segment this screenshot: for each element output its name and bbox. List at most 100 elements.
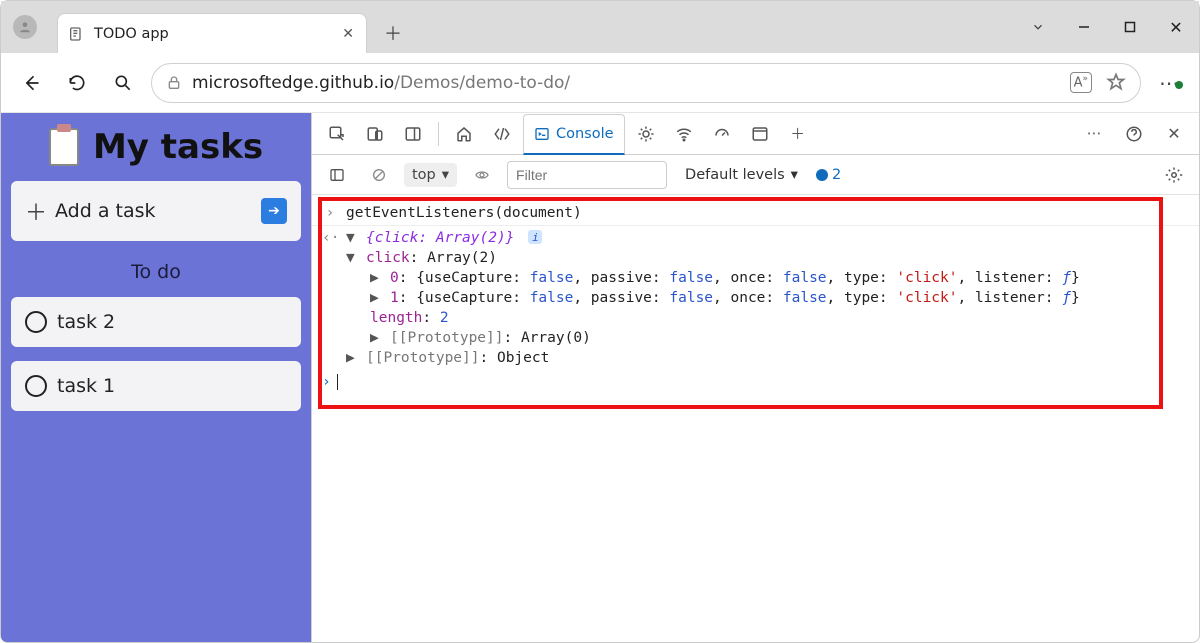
console-output: › getEventListeners(document) ‹· ▼ {clic… (312, 195, 1199, 642)
back-button[interactable] (13, 65, 49, 101)
page-icon (68, 26, 84, 42)
issue-dot-icon (816, 169, 828, 181)
tab-console[interactable]: Console (523, 114, 625, 155)
todo-app-pane: My tasks ＋ Add a task ➔ To do task 2 tas… (1, 113, 311, 642)
object-property-row[interactable]: ▶ [[Prototype]]: Object (322, 348, 1189, 368)
issues-count: 2 (832, 167, 841, 183)
url-host: microsoftedge.github.io (192, 73, 394, 93)
tab-welcome[interactable] (447, 117, 481, 151)
console-tab-label: Console (556, 126, 614, 142)
console-prompt[interactable]: › (322, 374, 1189, 390)
submit-arrow-button[interactable]: ➔ (261, 198, 287, 224)
context-selector[interactable]: top ▾ (404, 163, 457, 187)
profile-button[interactable] (1, 1, 49, 53)
tab-close-button[interactable]: ✕ (342, 26, 354, 42)
minimize-button[interactable] (1061, 1, 1107, 53)
expand-triangle-icon[interactable]: ▶ (370, 290, 382, 306)
dock-side-button[interactable] (396, 117, 430, 151)
console-input-row: › getEventListeners(document) (322, 203, 1189, 223)
chevron-down-icon: ▾ (791, 167, 798, 183)
url-path: /Demos/demo-to-do/ (394, 73, 570, 93)
task-item[interactable]: task 2 (11, 297, 301, 347)
expand-triangle-icon[interactable]: ▶ (346, 350, 358, 366)
plus-icon: ＋ (25, 195, 47, 227)
avatar-icon (13, 15, 37, 39)
console-sidebar-toggle[interactable] (320, 158, 354, 192)
chevron-down-icon[interactable] (1015, 1, 1061, 53)
app-title-text: My tasks (93, 127, 263, 167)
tab-title: TODO app (94, 26, 332, 42)
console-result-row[interactable]: ‹· ▼ {click: Array(2)} i (322, 228, 1189, 248)
prop-value: Array(2) (427, 250, 497, 266)
tab-network[interactable] (667, 117, 701, 151)
prop-value: Object (497, 350, 549, 366)
more-tabs-button[interactable]: ＋ (781, 117, 815, 151)
tab-elements[interactable] (485, 117, 519, 151)
device-toggle-button[interactable] (358, 117, 392, 151)
new-tab-button[interactable]: ＋ (375, 15, 411, 51)
close-window-button[interactable]: ✕ (1153, 1, 1199, 53)
devtools-more-button[interactable]: ⋯ (1077, 117, 1111, 151)
task-label: task 1 (57, 375, 115, 397)
object-property-row[interactable]: ▼ click: Array(2) (322, 248, 1189, 268)
refresh-button[interactable] (59, 65, 95, 101)
search-button[interactable] (105, 65, 141, 101)
task-checkbox[interactable] (25, 311, 47, 333)
notification-dot-icon (1175, 81, 1183, 89)
live-expression-button[interactable] (465, 158, 499, 192)
log-levels-selector[interactable]: Default levels ▾ (685, 167, 798, 183)
url-text: microsoftedge.github.io/Demos/demo-to-do… (192, 73, 570, 93)
tab-sources[interactable] (629, 117, 663, 151)
clipboard-icon (49, 128, 79, 166)
read-aloud-icon[interactable]: A» (1070, 72, 1092, 92)
prop-value: 2 (440, 310, 449, 326)
app-title: My tasks (11, 127, 301, 167)
browser-more-button[interactable]: ⋯ (1151, 71, 1187, 95)
array-entry-row[interactable]: ▶1: {useCapture: false, passive: false, … (322, 288, 1189, 308)
expand-triangle-icon[interactable]: ▶ (370, 270, 382, 286)
address-bar: microsoftedge.github.io/Demos/demo-to-do… (1, 53, 1199, 113)
console-input-text: getEventListeners(document) (346, 205, 582, 221)
chevron-down-icon: ▾ (442, 167, 449, 183)
add-task-button[interactable]: ＋ Add a task ➔ (11, 181, 301, 241)
favorite-button[interactable] (1106, 72, 1126, 92)
info-icon[interactable]: i (528, 230, 542, 244)
browser-tab[interactable]: TODO app ✕ (57, 13, 367, 53)
devtools-toolbar: Console ＋ ⋯ ✕ (312, 113, 1199, 155)
add-task-label: Add a task (55, 200, 156, 222)
window-controls: ✕ (1015, 1, 1199, 53)
task-item[interactable]: task 1 (11, 361, 301, 411)
tab-application[interactable] (743, 117, 777, 151)
expand-triangle-icon[interactable]: ▼ (346, 230, 358, 246)
console-settings-button[interactable] (1157, 158, 1191, 192)
prop-value: Array(0) (521, 330, 591, 346)
prompt-caret-icon: › (322, 374, 331, 390)
lock-icon (166, 75, 182, 91)
task-label: task 2 (57, 311, 115, 333)
input-caret-icon: › (322, 205, 338, 221)
prop-key: [[Prototype]] (390, 330, 504, 346)
section-label: To do (11, 261, 301, 283)
expand-triangle-icon[interactable]: ▶ (370, 330, 382, 346)
levels-label: Default levels (685, 167, 785, 183)
expand-triangle-icon[interactable]: ▼ (346, 250, 358, 266)
url-field[interactable]: microsoftedge.github.io/Demos/demo-to-do… (151, 63, 1141, 103)
output-caret-icon: ‹· (322, 230, 338, 246)
help-button[interactable] (1117, 117, 1151, 151)
prop-key: length (370, 310, 422, 326)
issues-button[interactable]: 2 (816, 167, 841, 183)
browser-titlebar: TODO app ✕ ＋ ✕ (1, 1, 1199, 53)
clear-console-button[interactable] (362, 158, 396, 192)
text-cursor (337, 374, 338, 390)
object-property-row[interactable]: ▶ [[Prototype]]: Array(0) (322, 328, 1189, 348)
devtools-close-button[interactable]: ✕ (1157, 117, 1191, 151)
inspect-element-button[interactable] (320, 117, 354, 151)
object-property-row[interactable]: length: 2 (322, 308, 1189, 328)
prop-key: click (366, 250, 410, 266)
tab-performance[interactable] (705, 117, 739, 151)
array-entry-row[interactable]: ▶0: {useCapture: false, passive: false, … (322, 268, 1189, 288)
maximize-button[interactable] (1107, 1, 1153, 53)
task-checkbox[interactable] (25, 375, 47, 397)
console-filter-bar: top ▾ Default levels ▾ 2 (312, 155, 1199, 195)
filter-input[interactable] (507, 161, 667, 189)
